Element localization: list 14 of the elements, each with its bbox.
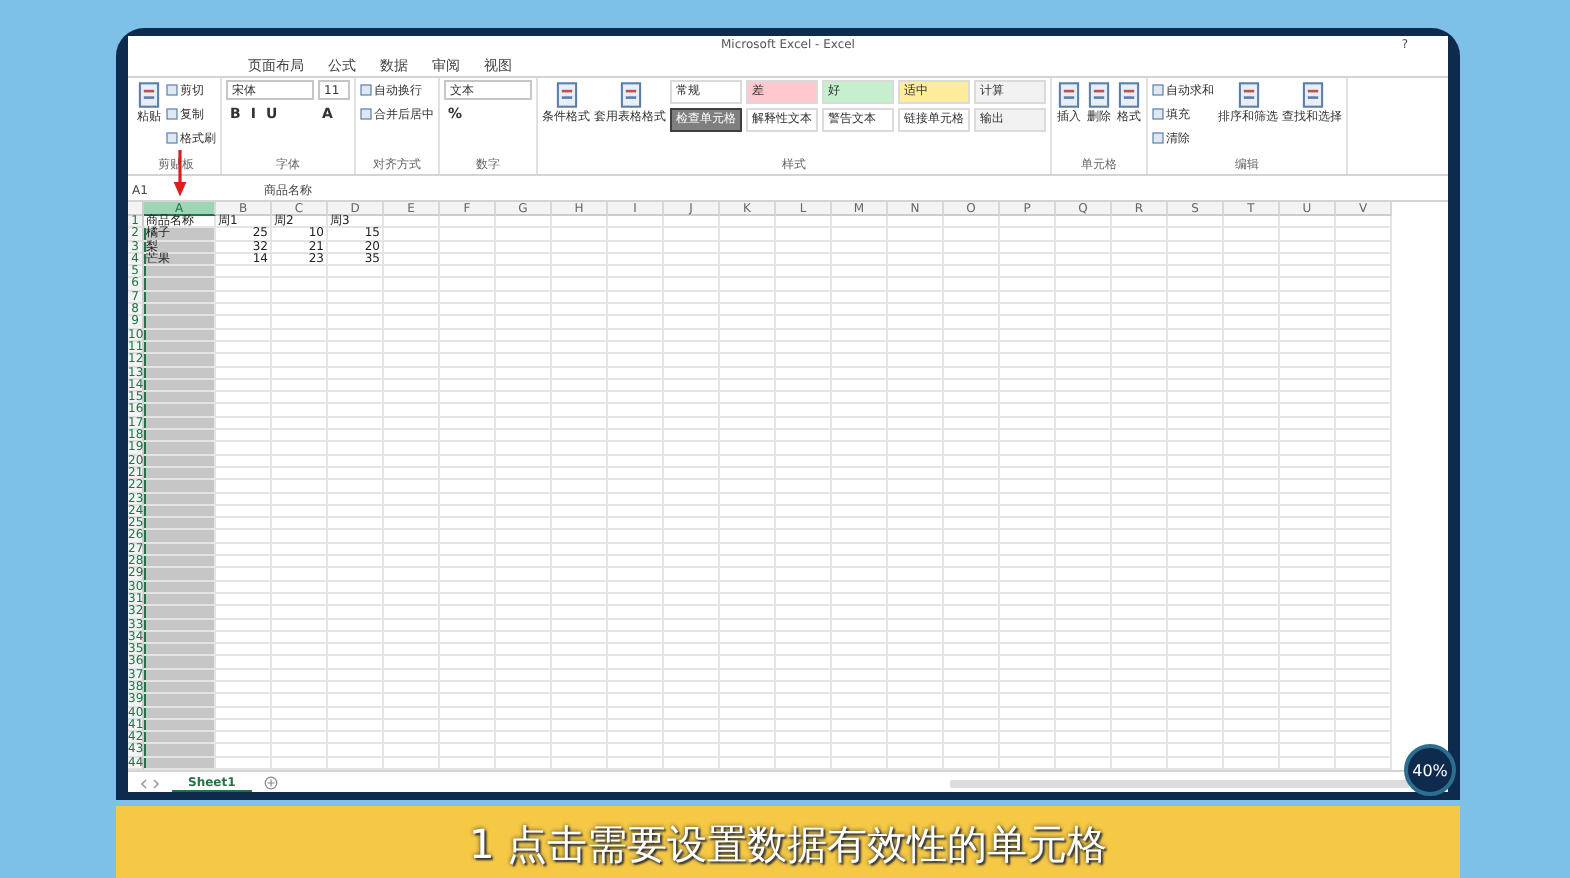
document-icon	[553, 82, 579, 108]
sheet-nav-icon[interactable]	[140, 777, 160, 790]
scrollbar[interactable]	[949, 779, 1410, 788]
document-icon	[1235, 82, 1261, 108]
add-icon[interactable]	[263, 776, 278, 791]
document-icon	[617, 82, 643, 108]
document-icon	[1299, 82, 1325, 108]
select-all-button[interactable]	[128, 202, 144, 216]
document-icon	[1086, 82, 1112, 108]
progress-badge: 40%	[1404, 744, 1456, 796]
document-icon	[1116, 82, 1142, 108]
document-icon	[136, 82, 162, 108]
document-icon	[1056, 82, 1082, 108]
caption: 1 点击需要设置数据有效性的单元格	[468, 818, 1108, 872]
